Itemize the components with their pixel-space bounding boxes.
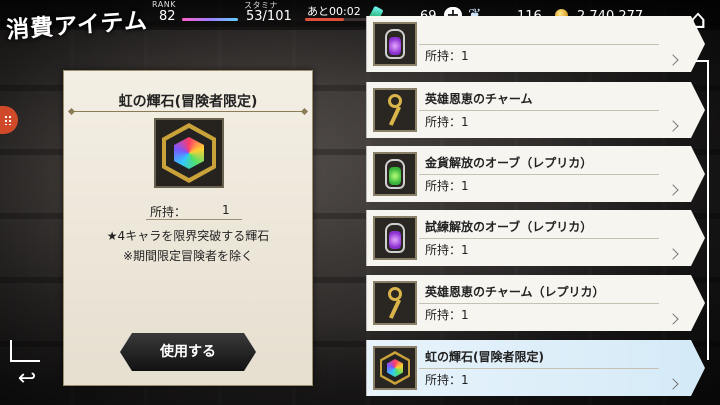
- charm-icon: [382, 94, 408, 126]
- frame-line: [10, 340, 12, 362]
- item-divider: [419, 174, 659, 175]
- list-item[interactable]: 所持：1: [366, 16, 705, 72]
- rainbow-gem-icon: [162, 123, 216, 183]
- item-owned: 所持：1: [425, 179, 469, 193]
- item-thumbnail: [373, 88, 417, 132]
- purple-orb-icon: [385, 29, 405, 59]
- item-divider: [419, 44, 659, 45]
- stamina-timer: あと00:02: [307, 5, 361, 18]
- chevron-icon: [667, 378, 678, 389]
- green-orb-icon: [385, 159, 405, 189]
- item-thumbnail: [373, 22, 417, 66]
- title-divider: [72, 111, 304, 112]
- item-owned: 所持：1: [425, 115, 469, 129]
- item-detail-panel: 虹の輝石(冒険者限定) 所持： 1 ★4キャラを限界突破する輝石 ※期間限定冒険…: [63, 70, 313, 386]
- item-owned: 所持：1: [425, 373, 469, 387]
- list-item[interactable]: 英雄恩恵のチャーム 所持：1: [366, 82, 705, 138]
- item-thumbnail: [373, 216, 417, 260]
- rank-value: 82: [159, 9, 176, 24]
- owned-value: 1: [222, 203, 230, 217]
- chevron-icon: [667, 313, 678, 324]
- owned-label: 所持：: [150, 205, 187, 219]
- frame-line: [707, 60, 709, 360]
- use-item-button[interactable]: 使用する: [120, 333, 256, 371]
- list-item-selected[interactable]: 虹の輝石(冒険者限定) 所持：1: [366, 340, 705, 396]
- item-thumbnail: [373, 281, 417, 325]
- item-divider: [419, 238, 659, 239]
- purple-orb-icon: [385, 223, 405, 253]
- item-name: 金貨解放のオーブ（レプリカ）: [425, 156, 593, 170]
- description-line-2: ※期間限定冒険者を除く: [122, 249, 254, 263]
- item-owned: 所持：1: [425, 308, 469, 322]
- rank-exp-bar: [182, 18, 238, 21]
- detail-item-image: [154, 118, 224, 188]
- chevron-icon: [667, 184, 678, 195]
- item-name: 試練解放のオーブ（レプリカ）: [425, 220, 593, 234]
- stamina-value: 53/101: [246, 9, 292, 24]
- item-thumbnail: [373, 152, 417, 196]
- list-item[interactable]: 英雄恩恵のチャーム（レプリカ） 所持：1: [366, 275, 705, 331]
- chevron-icon: [667, 248, 678, 259]
- item-list: 所持：1 英雄恩恵のチャーム 所持：1 金貨解放のオーブ（レプリカ） 所持：1 …: [366, 0, 706, 405]
- rank-label: RANK: [152, 0, 176, 9]
- back-button[interactable]: ↩: [14, 366, 40, 392]
- charm-icon: [382, 287, 408, 319]
- item-thumbnail: [373, 346, 417, 390]
- detail-item-name: 虹の輝石(冒険者限定): [118, 94, 258, 110]
- list-item[interactable]: 金貨解放のオーブ（レプリカ） 所持：1: [366, 146, 705, 202]
- item-divider: [419, 368, 659, 369]
- item-owned: 所持：1: [425, 243, 469, 257]
- item-divider: [419, 110, 659, 111]
- frame-line: [10, 360, 40, 362]
- item-name: 英雄恩恵のチャーム（レプリカ）: [425, 285, 605, 299]
- chevron-icon: [667, 54, 678, 65]
- item-name: 虹の輝石(冒険者限定): [425, 350, 544, 364]
- item-name: 英雄恩恵のチャーム: [425, 92, 533, 106]
- item-owned: 所持：1: [425, 49, 469, 63]
- rainbow-gem-icon: [380, 351, 410, 385]
- chevron-icon: [667, 120, 678, 131]
- owned-divider: [146, 219, 242, 220]
- item-divider: [419, 303, 659, 304]
- list-item[interactable]: 試練解放のオーブ（レプリカ） 所持：1: [366, 210, 705, 266]
- description-line-1: ★4キャラを限界突破する輝石: [106, 229, 270, 243]
